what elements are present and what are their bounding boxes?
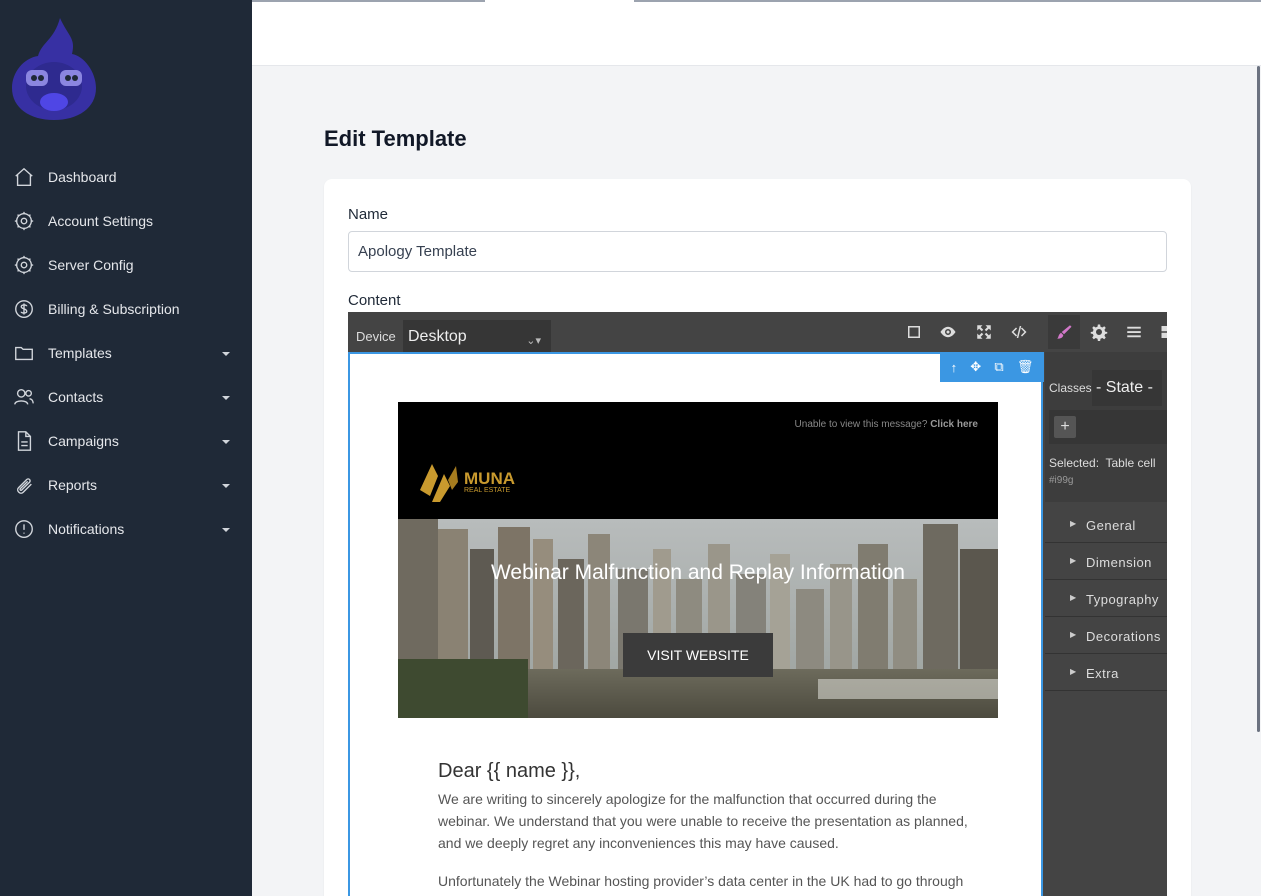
classes-section: Classes - State - + Selected: Table cell… xyxy=(1045,352,1167,502)
sector-decorations[interactable]: ▶ Decorations xyxy=(1045,617,1167,654)
selected-label: Selected: Table cell xyxy=(1049,456,1156,470)
document-icon xyxy=(13,430,35,452)
add-class-button[interactable]: + xyxy=(1054,416,1076,438)
alert-icon xyxy=(13,518,35,540)
email-paragraph-1[interactable]: We are writing to sincerely apologize fo… xyxy=(438,788,968,854)
caret-right-icon: ▶ xyxy=(1070,630,1077,639)
classes-label: Classes xyxy=(1049,381,1092,395)
sidebar-item-notifications[interactable]: Notifications xyxy=(0,507,252,551)
monkey-logo-icon[interactable] xyxy=(10,16,100,122)
selected-component: Table cell xyxy=(1105,456,1156,470)
arrow-up-icon[interactable]: ↑ xyxy=(951,360,958,375)
paperclip-icon xyxy=(13,474,35,496)
page-scrollbar[interactable] xyxy=(1257,66,1260,732)
state-select[interactable]: - State - xyxy=(1092,370,1162,406)
caret-right-icon: ▶ xyxy=(1070,667,1077,676)
chevron-down-icon: ⌄▾ xyxy=(526,335,541,347)
users-icon xyxy=(13,386,35,408)
content-label: Content xyxy=(348,292,401,309)
name-label: Name xyxy=(348,206,389,223)
click-here-link[interactable]: Click here xyxy=(930,419,978,430)
sidebar-item-campaigns[interactable]: Campaigns xyxy=(0,419,252,463)
email-paragraph-2[interactable]: Unfortunately the Webinar hosting provid… xyxy=(438,870,968,896)
selected-id: #i99g xyxy=(1049,475,1074,486)
trash-icon[interactable]: 🗑 xyxy=(1017,359,1034,375)
style-manager-panel: Classes - State - + Selected: Table cell… xyxy=(1045,352,1167,896)
sidebar-item-templates[interactable]: Templates xyxy=(0,331,252,375)
code-icon[interactable] xyxy=(1008,321,1030,343)
device-select-value: Desktop xyxy=(408,328,467,345)
email-header[interactable]: Unable to view this message? Click here … xyxy=(398,402,998,527)
chevron-down-icon[interactable] xyxy=(220,435,232,447)
sidebar-nav: Dashboard Account Settings Server Config… xyxy=(0,155,252,551)
device-label: Device xyxy=(356,329,396,344)
fullscreen-icon[interactable] xyxy=(973,321,995,343)
brand-logo: MUNA REAL ESTATE xyxy=(418,460,515,504)
dollar-icon xyxy=(13,298,35,320)
sidebar-item-reports[interactable]: Reports xyxy=(0,463,252,507)
email-greeting[interactable]: Dear {{ name }}, xyxy=(438,760,580,783)
gear-icon xyxy=(13,254,35,276)
email-editor: Device Desktop ⌄▾ Unable to view this me… xyxy=(348,312,1167,896)
settings-icon[interactable] xyxy=(1088,321,1110,343)
tab-indicator xyxy=(252,0,485,2)
visit-website-button[interactable]: VISIT WEBSITE xyxy=(623,633,773,677)
gear-icon xyxy=(13,210,35,232)
sector-dimension[interactable]: ▶ Dimension xyxy=(1045,543,1167,580)
home-icon xyxy=(13,166,35,188)
sidebar-item-label: Templates xyxy=(48,345,112,361)
sector-typography[interactable]: ▶ Typography xyxy=(1045,580,1167,617)
sector-extra[interactable]: ▶ Extra xyxy=(1045,654,1167,691)
tab-indicator xyxy=(634,0,1261,2)
chevron-down-icon[interactable] xyxy=(220,523,232,535)
editor-canvas[interactable]: Unable to view this message? Click here … xyxy=(348,352,1043,896)
sidebar-item-label: Contacts xyxy=(48,389,104,405)
sidebar-item-label: Campaigns xyxy=(48,433,119,449)
caret-right-icon: ▶ xyxy=(1070,556,1077,565)
muna-logo-icon xyxy=(420,464,458,502)
chevron-down-icon[interactable] xyxy=(220,347,232,359)
sidebar-item-label: Reports xyxy=(48,477,98,493)
square-outline-icon[interactable] xyxy=(903,321,925,343)
move-icon[interactable]: ✥ xyxy=(970,359,981,375)
sidebar-item-dashboard[interactable]: Dashboard xyxy=(0,155,252,199)
hero-title: Webinar Malfunction and Replay Informati… xyxy=(490,561,905,584)
layers-icon[interactable] xyxy=(1123,321,1145,343)
hero-banner[interactable]: Webinar Malfunction and Replay Informati… xyxy=(398,519,998,718)
brand-name: MUNA xyxy=(464,468,515,488)
sidebar-item-billing[interactable]: Billing & Subscription xyxy=(0,287,252,331)
chevron-down-icon[interactable] xyxy=(220,391,232,403)
page-title: Edit Template xyxy=(324,126,467,151)
sidebar-item-server-config[interactable]: Server Config xyxy=(0,243,252,287)
marina-skyline-image xyxy=(398,519,998,718)
editor-toolbar: Device Desktop ⌄▾ xyxy=(348,312,1167,362)
caret-right-icon: ▶ xyxy=(1070,519,1077,528)
sidebar-item-label: Dashboard xyxy=(48,169,117,185)
paintbrush-icon[interactable] xyxy=(1048,315,1080,349)
sidebar-item-label: Billing & Subscription xyxy=(48,301,180,317)
brand-subtitle: REAL ESTATE xyxy=(464,486,511,494)
sidebar: Dashboard Account Settings Server Config… xyxy=(0,0,252,896)
top-bar xyxy=(252,0,1261,66)
sidebar-item-account-settings[interactable]: Account Settings xyxy=(0,199,252,243)
caret-right-icon: ▶ xyxy=(1070,593,1077,602)
blocks-icon[interactable] xyxy=(1158,321,1167,343)
sector-general[interactable]: ▶ General xyxy=(1045,506,1167,543)
template-name-input[interactable] xyxy=(348,231,1167,272)
selection-toolbar: ↑ ✥ ⧉ 🗑 xyxy=(940,352,1044,382)
sidebar-item-label: Notifications xyxy=(48,521,125,537)
folder-icon xyxy=(13,342,35,364)
chevron-down-icon[interactable] xyxy=(220,479,232,491)
sidebar-item-contacts[interactable]: Contacts xyxy=(0,375,252,419)
sidebar-item-label: Server Config xyxy=(48,257,134,273)
view-online-text: Unable to view this message? Click here xyxy=(794,419,978,430)
sidebar-item-label: Account Settings xyxy=(48,213,154,229)
eye-icon[interactable] xyxy=(937,321,959,343)
copy-icon[interactable]: ⧉ xyxy=(994,359,1003,375)
